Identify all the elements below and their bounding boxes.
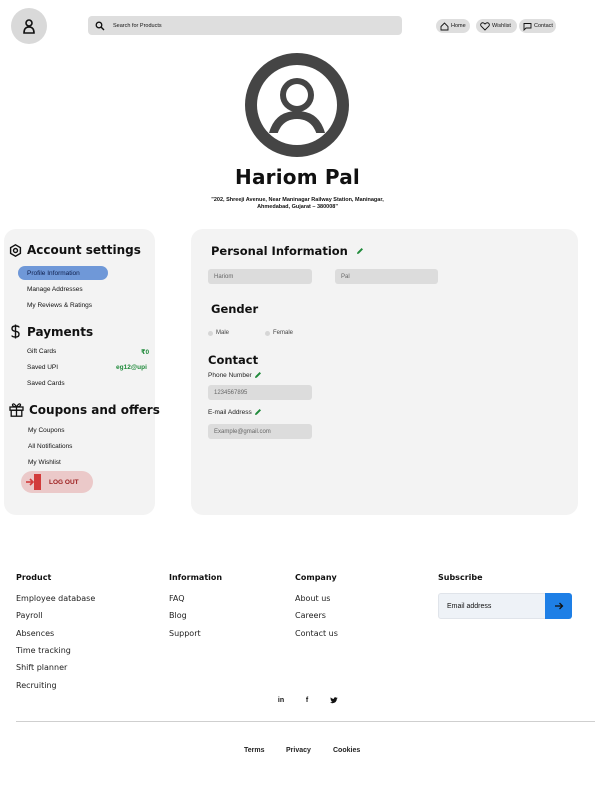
radio-circle bbox=[265, 330, 270, 336]
footer-subscribe-title: Subscribe bbox=[438, 573, 483, 582]
payments-title: Payments bbox=[27, 324, 94, 339]
menu-manage-addresses[interactable]: Manage Addresses bbox=[27, 286, 83, 293]
menu-profile-information-label: Profile Information bbox=[27, 269, 80, 277]
nav-home-button[interactable]: Home bbox=[436, 19, 470, 33]
gender-female-label: Female bbox=[273, 330, 294, 336]
phone-input[interactable]: 1234567895 bbox=[208, 385, 312, 400]
footer-information-title: Information bbox=[169, 573, 223, 582]
dollar-icon bbox=[11, 324, 20, 339]
twitter-bird-shape bbox=[330, 696, 338, 703]
home-icon bbox=[440, 21, 449, 30]
account-settings-heading: Account settings bbox=[9, 243, 141, 257]
edit-pencil-icon[interactable] bbox=[356, 247, 364, 255]
menu-profile-information[interactable]: Profile Information bbox=[18, 266, 108, 280]
menu-reviews-ratings[interactable]: My Reviews & Ratings bbox=[27, 302, 92, 309]
footer-divider bbox=[16, 721, 595, 722]
coupons-heading: Coupons and offers bbox=[9, 402, 160, 417]
gender-title: Gender bbox=[211, 302, 259, 316]
profile-avatar-button[interactable] bbox=[11, 8, 47, 44]
menu-all-notifications[interactable]: All Notifications bbox=[28, 443, 72, 450]
email-label: E-mail Address bbox=[208, 408, 262, 416]
footer-privacy-link[interactable]: Privacy bbox=[286, 747, 311, 754]
email-input[interactable]: Example@gmail.com bbox=[208, 424, 312, 439]
edit-pencil-icon[interactable] bbox=[254, 408, 262, 416]
facebook-icon[interactable]: f bbox=[302, 695, 312, 705]
gift-cards-balance: ₹0 bbox=[141, 349, 150, 356]
gender-male-radio[interactable]: Male bbox=[208, 330, 229, 336]
logout-button[interactable]: LOG OUT bbox=[21, 471, 93, 493]
address-line-2: Ahmedabad, Gujarat – 380008" bbox=[257, 204, 338, 210]
gender-male-label: Male bbox=[216, 330, 230, 336]
footer-link-time-tracking[interactable]: Time tracking bbox=[16, 646, 71, 655]
search-placeholder: Search for Products bbox=[113, 22, 162, 29]
footer-link-absences[interactable]: Absences bbox=[16, 629, 54, 638]
footer-link-recruiting[interactable]: Recruiting bbox=[16, 681, 57, 690]
personal-info-heading: Personal Information bbox=[211, 244, 364, 258]
contact-title: Contact bbox=[208, 353, 259, 367]
footer-link-shift-planner[interactable]: Shift planner bbox=[16, 663, 67, 672]
profile-picture bbox=[245, 53, 349, 157]
footer-cookies-link[interactable]: Cookies bbox=[333, 747, 360, 754]
menu-gift-cards[interactable]: Gift Cards bbox=[27, 348, 56, 355]
nav-home-label: Home bbox=[451, 23, 466, 29]
user-icon bbox=[23, 19, 35, 34]
phone-label: Phone Number bbox=[208, 371, 262, 379]
twitter-icon[interactable] bbox=[329, 695, 339, 705]
footer-link-employee-database[interactable]: Employee database bbox=[16, 594, 95, 603]
nav-wishlist-label: Wishlist bbox=[492, 23, 511, 29]
menu-my-wishlist[interactable]: My Wishlist bbox=[28, 459, 61, 466]
logout-icon bbox=[26, 474, 41, 490]
subscribe-email-input[interactable]: Email address bbox=[438, 593, 546, 619]
linkedin-icon[interactable]: in bbox=[276, 695, 286, 705]
menu-saved-cards[interactable]: Saved Cards bbox=[27, 380, 65, 387]
footer-company-title: Company bbox=[295, 573, 337, 582]
footer-terms-link[interactable]: Terms bbox=[244, 747, 265, 754]
footer-link-support[interactable]: Support bbox=[169, 629, 201, 638]
nav-wishlist-button[interactable]: Wishlist bbox=[476, 19, 517, 33]
personal-info-title: Personal Information bbox=[211, 244, 348, 258]
search-bar[interactable]: Search for Products bbox=[88, 16, 402, 35]
arrow-right-icon bbox=[554, 602, 563, 610]
radio-circle bbox=[208, 330, 213, 336]
menu-my-coupons[interactable]: My Coupons bbox=[28, 427, 65, 434]
footer-link-about-us[interactable]: About us bbox=[295, 594, 330, 603]
footer-product-title: Product bbox=[16, 573, 52, 582]
footer-link-contact-us[interactable]: Contact us bbox=[295, 629, 338, 638]
logout-label: LOG OUT bbox=[49, 478, 79, 486]
gift-icon bbox=[9, 403, 24, 417]
nav-contact-label: Contact bbox=[534, 23, 553, 29]
profile-name: Hariom Pal bbox=[235, 165, 360, 189]
coupons-title: Coupons and offers bbox=[29, 402, 160, 417]
profile-address: "202, Shreeji Avenue, Near Maninagar Rai… bbox=[190, 197, 405, 211]
menu-saved-upi[interactable]: Saved UPI bbox=[27, 364, 58, 371]
gender-female-radio[interactable]: Female bbox=[265, 330, 293, 336]
phone-label-text: Phone Number bbox=[208, 371, 252, 379]
chat-icon bbox=[523, 22, 532, 31]
email-label-text: E-mail Address bbox=[208, 408, 252, 416]
last-name-input[interactable]: Pal bbox=[335, 269, 438, 284]
footer-link-careers[interactable]: Careers bbox=[295, 611, 326, 620]
payments-heading: Payments bbox=[9, 324, 93, 339]
nav-contact-button[interactable]: Contact bbox=[519, 19, 556, 33]
footer-link-blog[interactable]: Blog bbox=[169, 611, 187, 620]
settings-icon bbox=[9, 243, 22, 257]
saved-upi-value: eg12@upi bbox=[116, 364, 147, 371]
subscribe-submit-button[interactable] bbox=[545, 593, 572, 619]
edit-pencil-icon[interactable] bbox=[254, 371, 262, 379]
search-icon bbox=[95, 21, 105, 30]
footer-link-faq[interactable]: FAQ bbox=[169, 594, 185, 603]
account-settings-title: Account settings bbox=[27, 243, 141, 257]
first-name-input[interactable]: Hariom bbox=[208, 269, 312, 284]
footer-link-payroll[interactable]: Payroll bbox=[16, 611, 43, 620]
address-line-1: "202, Shreeji Avenue, Near Maninagar Rai… bbox=[211, 197, 384, 203]
heart-icon bbox=[480, 21, 490, 31]
